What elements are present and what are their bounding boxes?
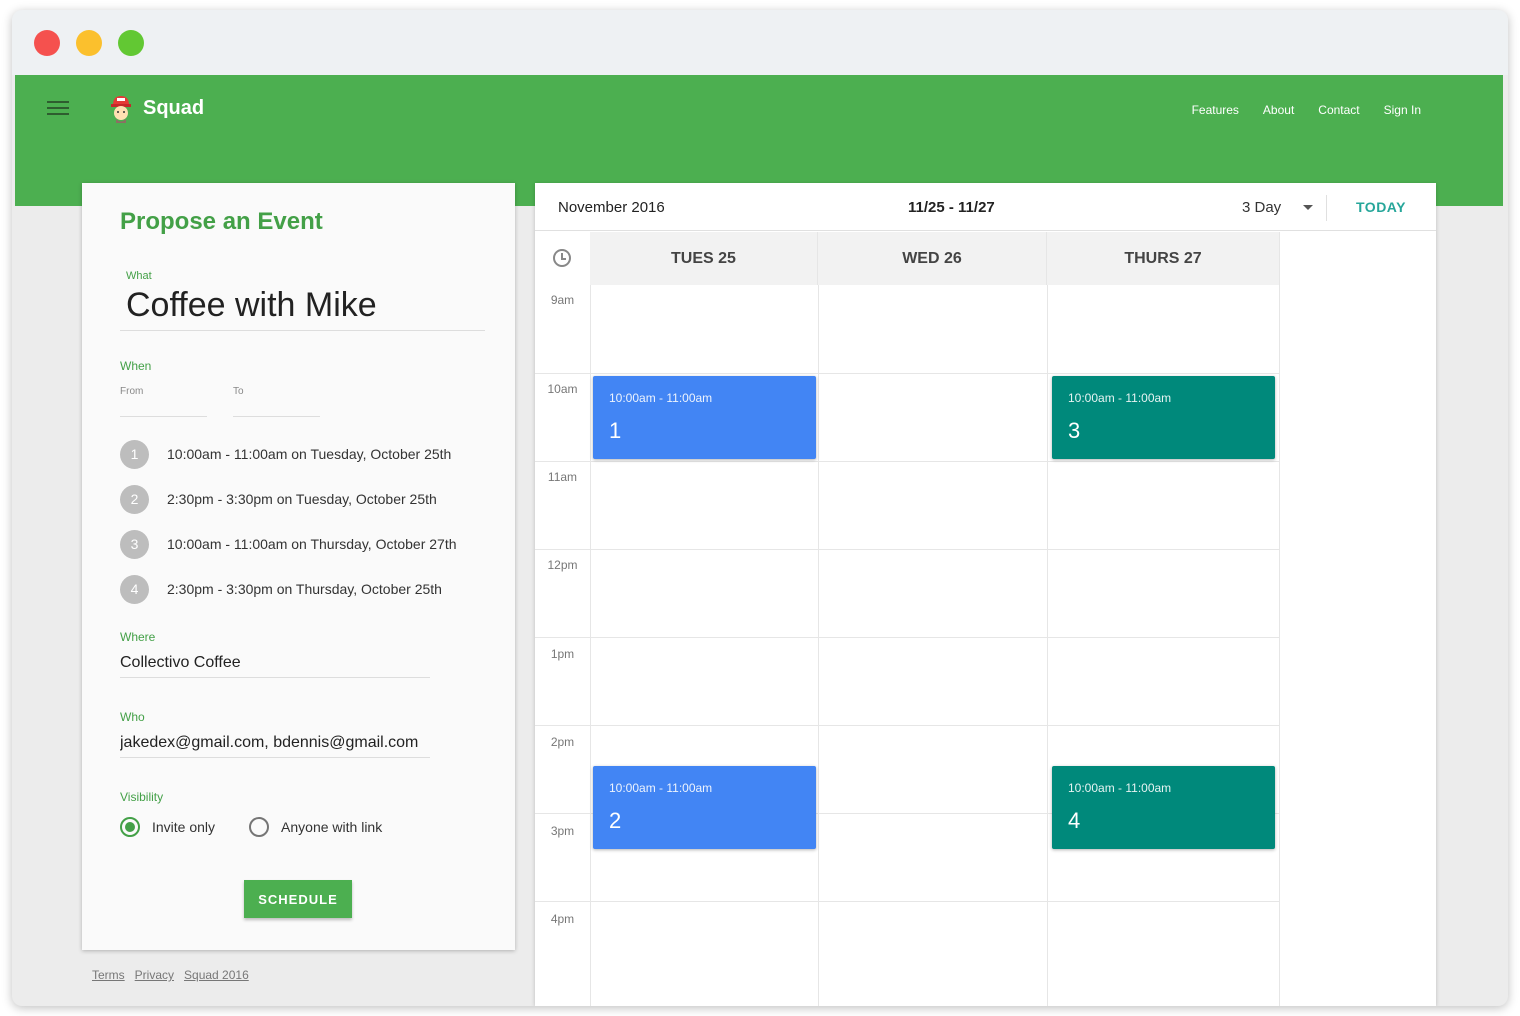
time-option-1[interactable]: 1 10:00am - 11:00am on Tuesday, October … <box>120 439 451 469</box>
grid-divider <box>1047 285 1048 1006</box>
day-header-tues: TUES 25 <box>590 232 818 285</box>
nav-about[interactable]: About <box>1263 103 1294 117</box>
grid-divider <box>818 285 819 1006</box>
view-selector[interactable]: 3 Day <box>1242 199 1314 216</box>
nav-sign-in[interactable]: Sign In <box>1384 103 1421 117</box>
option-text: 2:30pm - 3:30pm on Tuesday, October 25th <box>167 491 437 507</box>
today-button[interactable]: TODAY <box>1356 199 1406 215</box>
time-option-2[interactable]: 2 2:30pm - 3:30pm on Tuesday, October 25… <box>120 484 437 514</box>
event-number: 3 <box>1068 418 1081 443</box>
chevron-down-icon <box>1303 205 1314 210</box>
radio-checked-icon <box>120 817 140 837</box>
option-number-badge: 1 <box>120 439 149 469</box>
event-time: 10:00am - 11:00am <box>609 391 713 405</box>
hour-label: 11am <box>547 470 578 484</box>
hour-label: 10am <box>547 382 578 396</box>
to-input[interactable] <box>233 416 320 417</box>
close-window-button[interactable] <box>34 30 60 56</box>
event-number: 2 <box>609 808 622 833</box>
option-number-badge: 3 <box>120 529 149 559</box>
minimize-window-button[interactable] <box>76 30 102 56</box>
event-time: 10:00am - 11:00am <box>609 781 713 795</box>
from-input[interactable] <box>120 416 207 417</box>
option-text: 2:30pm - 3:30pm on Thursday, October 25t… <box>167 581 442 597</box>
title-bar <box>12 10 1508 75</box>
menu-icon[interactable] <box>47 101 69 117</box>
who-label: Who <box>120 710 145 724</box>
option-number-badge: 4 <box>120 574 149 604</box>
brand-name[interactable]: Squad <box>143 97 204 120</box>
who-input[interactable] <box>120 728 430 758</box>
grid-hour-line <box>535 901 1280 902</box>
grid-hour-line <box>535 725 1280 726</box>
hour-label: 9am <box>550 293 575 307</box>
event-time: 10:00am - 11:00am <box>1068 391 1172 405</box>
where-label: Where <box>120 630 156 644</box>
hour-label: 1pm <box>550 647 575 661</box>
event-time: 10:00am - 11:00am <box>1068 781 1172 795</box>
day-header-thurs: THURS 27 <box>1047 232 1280 285</box>
when-label: When <box>120 359 152 373</box>
hour-label: 3pm <box>550 824 575 838</box>
to-label: To <box>233 386 244 397</box>
top-nav: Features About Contact Sign In <box>1192 103 1421 117</box>
hour-label: 12pm <box>547 558 578 572</box>
visibility-radio-group: Invite only Anyone with link <box>120 817 382 837</box>
hour-label: 4pm <box>550 912 575 926</box>
grid-divider <box>1279 285 1280 1006</box>
radio-label: Invite only <box>152 819 216 835</box>
copyright-link[interactable]: Squad 2016 <box>184 968 249 982</box>
schedule-button[interactable]: SCHEDULE <box>244 880 352 918</box>
visibility-label: Visibility <box>120 790 164 804</box>
grid-hour-line <box>535 373 1280 374</box>
calendar-toolbar: November 2016 11/25 - 11/27 3 Day TODAY <box>535 183 1436 231</box>
propose-event-card: Propose an Event What When From To 1 10:… <box>82 183 515 950</box>
where-input[interactable] <box>120 648 430 678</box>
grid-hour-line <box>535 461 1280 462</box>
view-selector-value: 3 Day <box>1242 199 1282 216</box>
toolbar-divider <box>1326 195 1327 221</box>
footer-links: Terms Privacy Squad 2016 <box>92 968 249 982</box>
option-number-badge: 2 <box>120 484 149 514</box>
privacy-link[interactable]: Privacy <box>135 968 174 982</box>
event-block-1[interactable]: 10:00am - 11:00am 1 <box>593 376 816 459</box>
squad-logo-icon <box>111 96 131 123</box>
from-label: From <box>120 386 144 397</box>
option-text: 10:00am - 11:00am on Thursday, October 2… <box>167 536 457 552</box>
radio-label: Anyone with link <box>281 819 383 835</box>
nav-features[interactable]: Features <box>1192 103 1239 117</box>
event-block-3[interactable]: 10:00am - 11:00am 3 <box>1052 376 1275 459</box>
what-input[interactable] <box>120 281 485 331</box>
grid-hour-line <box>535 549 1280 550</box>
anyone-with-link-radio[interactable]: Anyone with link <box>249 817 382 837</box>
browser-window: Squad Features About Contact Sign In Pro… <box>12 10 1508 1006</box>
time-grid[interactable]: 9am 10am 11am 12pm 1pm 2pm 3pm 4pm 10:00… <box>535 285 1280 1006</box>
time-option-4[interactable]: 4 2:30pm - 3:30pm on Thursday, October 2… <box>120 574 442 604</box>
invite-only-radio[interactable]: Invite only <box>120 817 215 837</box>
maximize-window-button[interactable] <box>118 30 144 56</box>
grid-hour-line <box>535 637 1280 638</box>
grid-divider <box>590 285 591 1006</box>
day-header-wed: WED 26 <box>818 232 1047 285</box>
event-block-4[interactable]: 10:00am - 11:00am 4 <box>1052 766 1275 849</box>
nav-contact[interactable]: Contact <box>1318 103 1359 117</box>
clock-icon <box>553 249 571 267</box>
radio-unchecked-icon <box>249 817 270 837</box>
time-option-3[interactable]: 3 10:00am - 11:00am on Thursday, October… <box>120 529 457 559</box>
calendar-panel: November 2016 11/25 - 11/27 3 Day TODAY … <box>535 183 1436 1006</box>
event-block-2[interactable]: 10:00am - 11:00am 2 <box>593 766 816 849</box>
event-number: 4 <box>1068 808 1081 833</box>
option-text: 10:00am - 11:00am on Tuesday, October 25… <box>167 446 452 462</box>
hour-label: 2pm <box>550 735 575 749</box>
event-number: 1 <box>609 418 622 443</box>
terms-link[interactable]: Terms <box>92 968 125 982</box>
form-title: Propose an Event <box>120 208 323 235</box>
month-label: November 2016 <box>558 199 665 216</box>
date-range: 11/25 - 11/27 <box>908 199 995 216</box>
